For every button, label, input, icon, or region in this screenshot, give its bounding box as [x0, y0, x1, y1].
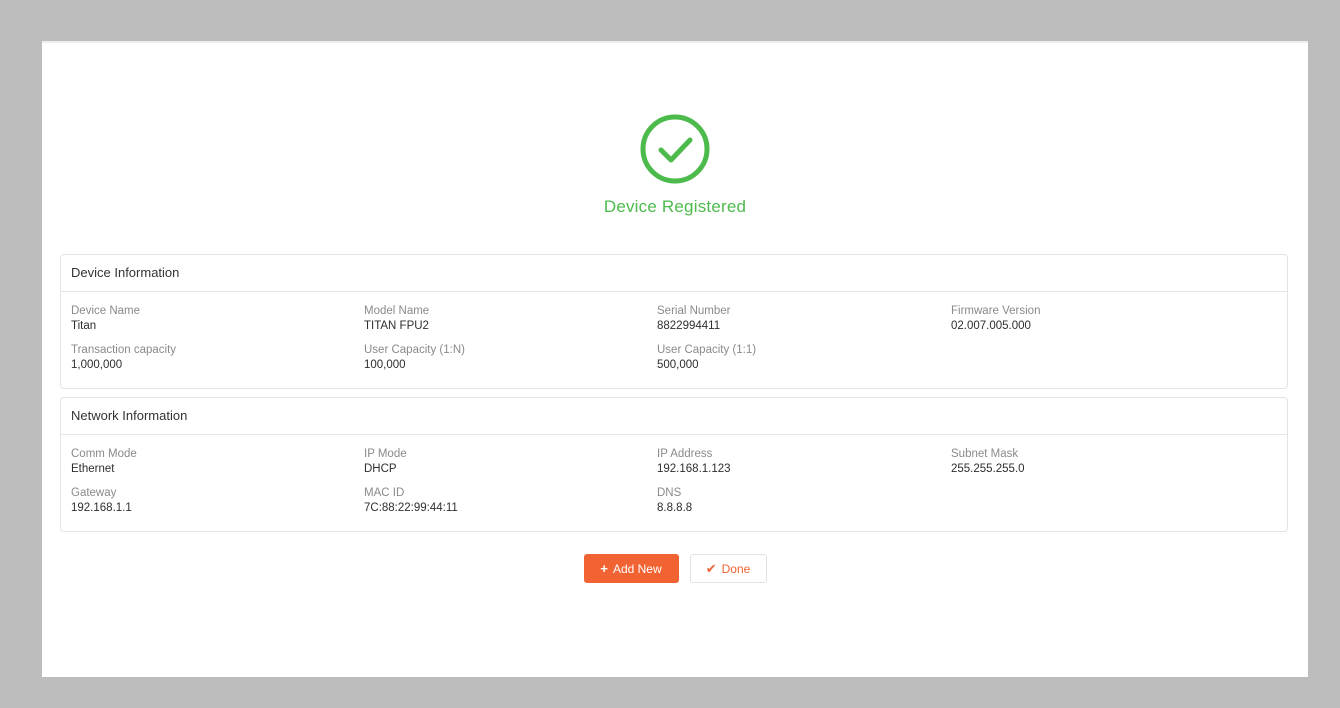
page-backdrop: Device Registered Device Information Dev… [0, 0, 1340, 708]
field-label: Subnet Mask [951, 448, 1019, 460]
field-value: 192.168.1.123 [657, 463, 731, 475]
field-dns: DNS 8.8.8.8 [657, 486, 951, 516]
field-value: 1,000,000 [71, 359, 123, 371]
field-serial-number: Serial Number 8822994411 [657, 304, 951, 334]
field-label: Transaction capacity [71, 344, 177, 356]
field-label: User Capacity (1:1) [657, 344, 757, 356]
network-information-grid: Comm Mode Ethernet IP Mode DHCP IP Addre… [61, 435, 1287, 516]
field-user-capacity-1n: User Capacity (1:N) 100,000 [364, 343, 657, 373]
add-new-label: Add New [612, 561, 662, 576]
field-model-name: Model Name TITAN FPU2 [364, 304, 657, 334]
action-bar: + Add New ✔ Done [42, 554, 1308, 583]
field-ip-mode: IP Mode DHCP [364, 447, 657, 477]
field-device-name: Device Name Titan [71, 304, 364, 334]
device-information-title: Device Information [61, 255, 1287, 292]
check-circle-icon [640, 114, 710, 184]
field-mac-id: MAC ID 7C:88:22:99:44:11 [364, 486, 657, 516]
field-label: Firmware Version [951, 305, 1041, 317]
add-new-button[interactable]: + Add New [583, 554, 679, 583]
field-label: Comm Mode [71, 448, 137, 460]
field-value: 192.168.1.1 [71, 502, 132, 514]
field-firmware-version: Firmware Version 02.007.005.000 [951, 304, 1287, 334]
field-label: Device Name [71, 305, 141, 317]
network-information-panel: Network Information Comm Mode Ethernet I… [60, 397, 1288, 532]
field-comm-mode: Comm Mode Ethernet [71, 447, 364, 477]
registration-result-card: Device Registered Device Information Dev… [42, 41, 1308, 677]
field-label: Model Name [364, 305, 430, 317]
field-user-capacity-11: User Capacity (1:1) 500,000 [657, 343, 951, 373]
success-title: Device Registered [603, 197, 747, 216]
field-value: 500,000 [657, 359, 699, 371]
field-value: TITAN FPU2 [364, 320, 429, 332]
field-label: MAC ID [364, 487, 405, 499]
field-label: IP Address [657, 448, 713, 460]
done-button[interactable]: ✔ Done [689, 554, 767, 583]
field-value: Titan [71, 320, 97, 332]
field-ip-address: IP Address 192.168.1.123 [657, 447, 951, 477]
field-value: 7C:88:22:99:44:11 [364, 502, 458, 514]
field-value: 100,000 [364, 359, 406, 371]
device-information-grid: Device Name Titan Model Name TITAN FPU2 … [61, 292, 1287, 373]
network-information-title: Network Information [61, 398, 1287, 435]
field-value: 8822994411 [657, 320, 721, 332]
check-icon: ✔ [705, 560, 717, 576]
success-banner: Device Registered [42, 113, 1308, 217]
field-transaction-capacity: Transaction capacity 1,000,000 [71, 343, 364, 373]
device-information-panel: Device Information Device Name Titan Mod… [60, 254, 1288, 389]
field-value: DHCP [364, 463, 397, 475]
field-value: 02.007.005.000 [951, 320, 1031, 332]
field-label: IP Mode [364, 448, 407, 460]
plus-icon: + [600, 561, 608, 576]
field-label: User Capacity (1:N) [364, 344, 465, 356]
field-subnet-mask: Subnet Mask 255.255.255.0 [951, 447, 1287, 477]
field-gateway: Gateway 192.168.1.1 [71, 486, 364, 516]
field-value: Ethernet [71, 463, 115, 475]
field-label: DNS [657, 487, 682, 499]
done-label: Done [721, 561, 751, 576]
field-value: 8.8.8.8 [657, 502, 693, 514]
field-value: 255.255.255.0 [951, 463, 1025, 475]
field-label: Gateway [71, 487, 117, 499]
field-label: Serial Number [657, 305, 731, 317]
